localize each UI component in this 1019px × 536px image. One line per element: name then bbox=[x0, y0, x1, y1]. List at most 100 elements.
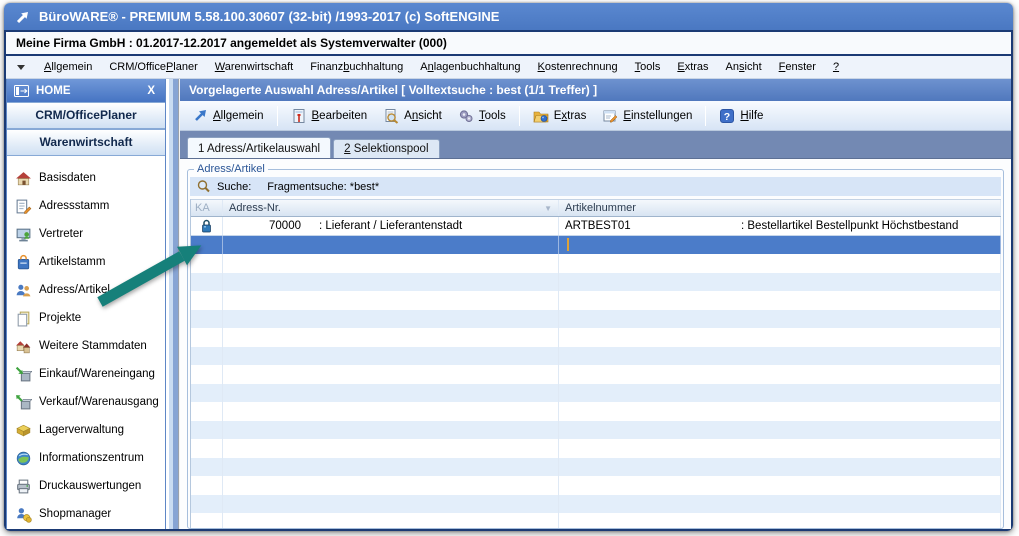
people-icon bbox=[15, 282, 32, 299]
sidebar-title: HOME bbox=[36, 85, 71, 97]
gears-icon bbox=[458, 108, 474, 124]
tab-content: Adress/Artikel Suche: Fragmentsuche: *be… bbox=[180, 159, 1011, 529]
toolbar-separator bbox=[519, 106, 520, 126]
artikel-text-value: : Bestellartikel Bestellpunkt Höchstbest… bbox=[741, 220, 958, 232]
toolbar-einstellungen-button[interactable]: Einstellungen bbox=[595, 106, 699, 126]
tab-label: 1 Adress/Artikelauswahl bbox=[198, 143, 320, 155]
lock-icon bbox=[201, 219, 212, 233]
monitor-person-icon bbox=[15, 226, 32, 243]
text-caret bbox=[567, 238, 569, 251]
shop-person-icon bbox=[15, 506, 32, 523]
toolbar-extras-button[interactable]: Extras bbox=[526, 106, 594, 126]
menu-help[interactable]: ? bbox=[833, 61, 839, 73]
menu-allgemein[interactable]: Allgemein bbox=[44, 61, 92, 73]
sidebar-item-verkauf-warenausgang[interactable]: Verkauf/Warenausgang bbox=[7, 388, 165, 416]
table-row[interactable] bbox=[191, 495, 1001, 514]
sidebar: HOME X CRM/OfficePlaner Warenwirtschaft … bbox=[6, 79, 166, 529]
edit-document-icon bbox=[291, 108, 307, 124]
menu-warenwirtschaft[interactable]: Warenwirtschaft bbox=[215, 61, 293, 73]
title-bar: BüroWARE® - PREMIUM 5.58.100.30607 (32-b… bbox=[4, 3, 1013, 30]
search-bar[interactable]: Suche: Fragmentsuche: *best* bbox=[190, 177, 1001, 196]
shopping-bag-icon bbox=[15, 254, 32, 271]
artikelnummer-value: ARTBEST01 bbox=[565, 220, 741, 232]
table-row[interactable] bbox=[191, 365, 1001, 384]
table-row[interactable] bbox=[191, 254, 1001, 273]
toolbar-separator bbox=[277, 106, 278, 126]
sidebar-item-einkauf-wareneingang[interactable]: Einkauf/Wareneingang bbox=[7, 360, 165, 388]
sidebar-item-projekte[interactable]: Projekte bbox=[7, 304, 165, 332]
table-row[interactable] bbox=[191, 310, 1001, 329]
toolbar-button-label: Extras bbox=[554, 110, 587, 122]
table-row-selected[interactable] bbox=[191, 236, 1001, 255]
sidebar-item-label: Shopmanager bbox=[39, 508, 111, 520]
toolbar-separator bbox=[705, 106, 706, 126]
sidebar-item-adress-artikel[interactable]: Adress/Artikel bbox=[7, 276, 165, 304]
sidebar-item-informationszentrum[interactable]: Informationszentrum bbox=[7, 444, 165, 472]
sidebar-item-druckauswertungen[interactable]: Druckauswertungen bbox=[7, 472, 165, 500]
table-row[interactable] bbox=[191, 347, 1001, 366]
sidebar-item-vertreter[interactable]: Vertreter bbox=[7, 220, 165, 248]
toolbar-button-label: Tools bbox=[479, 110, 506, 122]
menu-tools[interactable]: Tools bbox=[635, 61, 661, 73]
sidebar-group-crm-officeplaner[interactable]: CRM/OfficePlaner bbox=[7, 102, 165, 129]
table-row[interactable] bbox=[191, 402, 1001, 421]
session-text: Meine Firma GmbH : 01.2017-12.2017 angem… bbox=[16, 36, 447, 50]
tab-adress-artikelauswahl[interactable]: 1 Adress/Artikelauswahl bbox=[187, 137, 331, 158]
menu-finanzbuchhaltung[interactable]: Finanzbuchhaltung bbox=[310, 61, 403, 73]
house-icon bbox=[15, 170, 32, 187]
sidebar-item-basisdaten[interactable]: Basisdaten bbox=[7, 164, 165, 192]
table-row[interactable] bbox=[191, 421, 1001, 440]
home-panel-icon bbox=[14, 85, 29, 97]
menu-crm-officeplaner[interactable]: CRM/OfficePlaner bbox=[109, 61, 197, 73]
tab-label: 2 Selektionspool bbox=[344, 143, 428, 155]
sidebar-item-list: Basisdaten Adressstamm Vertreter Ar bbox=[7, 156, 165, 529]
row-adress-cell: 70000 : Lieferant / Lieferantenstadt bbox=[223, 217, 559, 235]
table-row[interactable] bbox=[191, 384, 1001, 403]
menu-kostenrechnung[interactable]: Kostenrechnung bbox=[538, 61, 618, 73]
menu-ansicht[interactable]: Ansicht bbox=[726, 61, 762, 73]
toolbar-allgemein-button[interactable]: Allgemein bbox=[186, 106, 271, 125]
screenshot: BüroWARE® - PREMIUM 5.58.100.30607 (32-b… bbox=[0, 0, 1019, 536]
column-header-label: Adress-Nr. bbox=[229, 202, 281, 214]
toolbar-hilfe-button[interactable]: ? Hilfe bbox=[712, 106, 770, 126]
table-header: KA Adress-Nr. ▼ Artikelnummer bbox=[191, 199, 1001, 217]
toolbar-tools-button[interactable]: Tools bbox=[451, 106, 513, 126]
settings-document-icon bbox=[602, 108, 618, 124]
tab-selektionspool[interactable]: 2 Selektionspool bbox=[333, 139, 439, 158]
sidebar-item-adressstamm[interactable]: Adressstamm bbox=[7, 192, 165, 220]
menu-fenster[interactable]: Fenster bbox=[779, 61, 816, 73]
column-header-artikelnummer[interactable]: Artikelnummer bbox=[559, 200, 1001, 216]
toolbar-bearbeiten-button[interactable]: Bearbeiten bbox=[284, 106, 375, 126]
table-row[interactable] bbox=[191, 273, 1001, 292]
column-header-ka[interactable]: KA bbox=[191, 200, 223, 216]
sidebar-group-warenwirtschaft[interactable]: Warenwirtschaft bbox=[7, 129, 165, 156]
table-row[interactable] bbox=[191, 291, 1001, 310]
app-window: BüroWARE® - PREMIUM 5.58.100.30607 (32-b… bbox=[4, 3, 1013, 531]
menu-dropdown-icon[interactable] bbox=[17, 65, 25, 70]
table-row[interactable] bbox=[191, 476, 1001, 495]
printer-icon bbox=[15, 478, 32, 495]
toolbar-ansicht-button[interactable]: Ansicht bbox=[376, 106, 449, 126]
table-row[interactable] bbox=[191, 458, 1001, 477]
column-header-adress-nr[interactable]: Adress-Nr. ▼ bbox=[223, 200, 559, 216]
close-icon[interactable]: X bbox=[144, 85, 158, 97]
search-value: Fragmentsuche: *best* bbox=[267, 181, 379, 193]
table-row[interactable] bbox=[191, 328, 1001, 347]
table-row-result[interactable]: 70000 : Lieferant / Lieferantenstadt ART… bbox=[191, 217, 1001, 236]
sidebar-splitter[interactable] bbox=[166, 79, 180, 529]
menu-extras[interactable]: Extras bbox=[677, 61, 708, 73]
sidebar-item-artikelstamm[interactable]: Artikelstamm bbox=[7, 248, 165, 276]
toolbar-button-label: Bearbeiten bbox=[312, 110, 368, 122]
sidebar-item-label: Projekte bbox=[39, 312, 81, 324]
adress-artikel-groupbox: Adress/Artikel Suche: Fragmentsuche: *be… bbox=[187, 163, 1004, 529]
sidebar-item-shopmanager[interactable]: Shopmanager bbox=[7, 500, 165, 528]
sidebar-item-lagerverwaltung[interactable]: Lagerverwaltung bbox=[7, 416, 165, 444]
table-row[interactable] bbox=[191, 513, 1001, 529]
notepad-icon bbox=[15, 198, 32, 215]
menu-anlagenbuchhaltung[interactable]: Anlagenbuchhaltung bbox=[420, 61, 520, 73]
row-artikel-cell: ARTBEST01 : Bestellartikel Bestellpunkt … bbox=[559, 217, 1001, 235]
toolbar-button-label: Einstellungen bbox=[623, 110, 692, 122]
table-row[interactable] bbox=[191, 439, 1001, 458]
sidebar-item-weitere-stammdaten[interactable]: Weitere Stammdaten bbox=[7, 332, 165, 360]
toolbar: Allgemein Bearbeiten Ansicht bbox=[180, 101, 1011, 131]
